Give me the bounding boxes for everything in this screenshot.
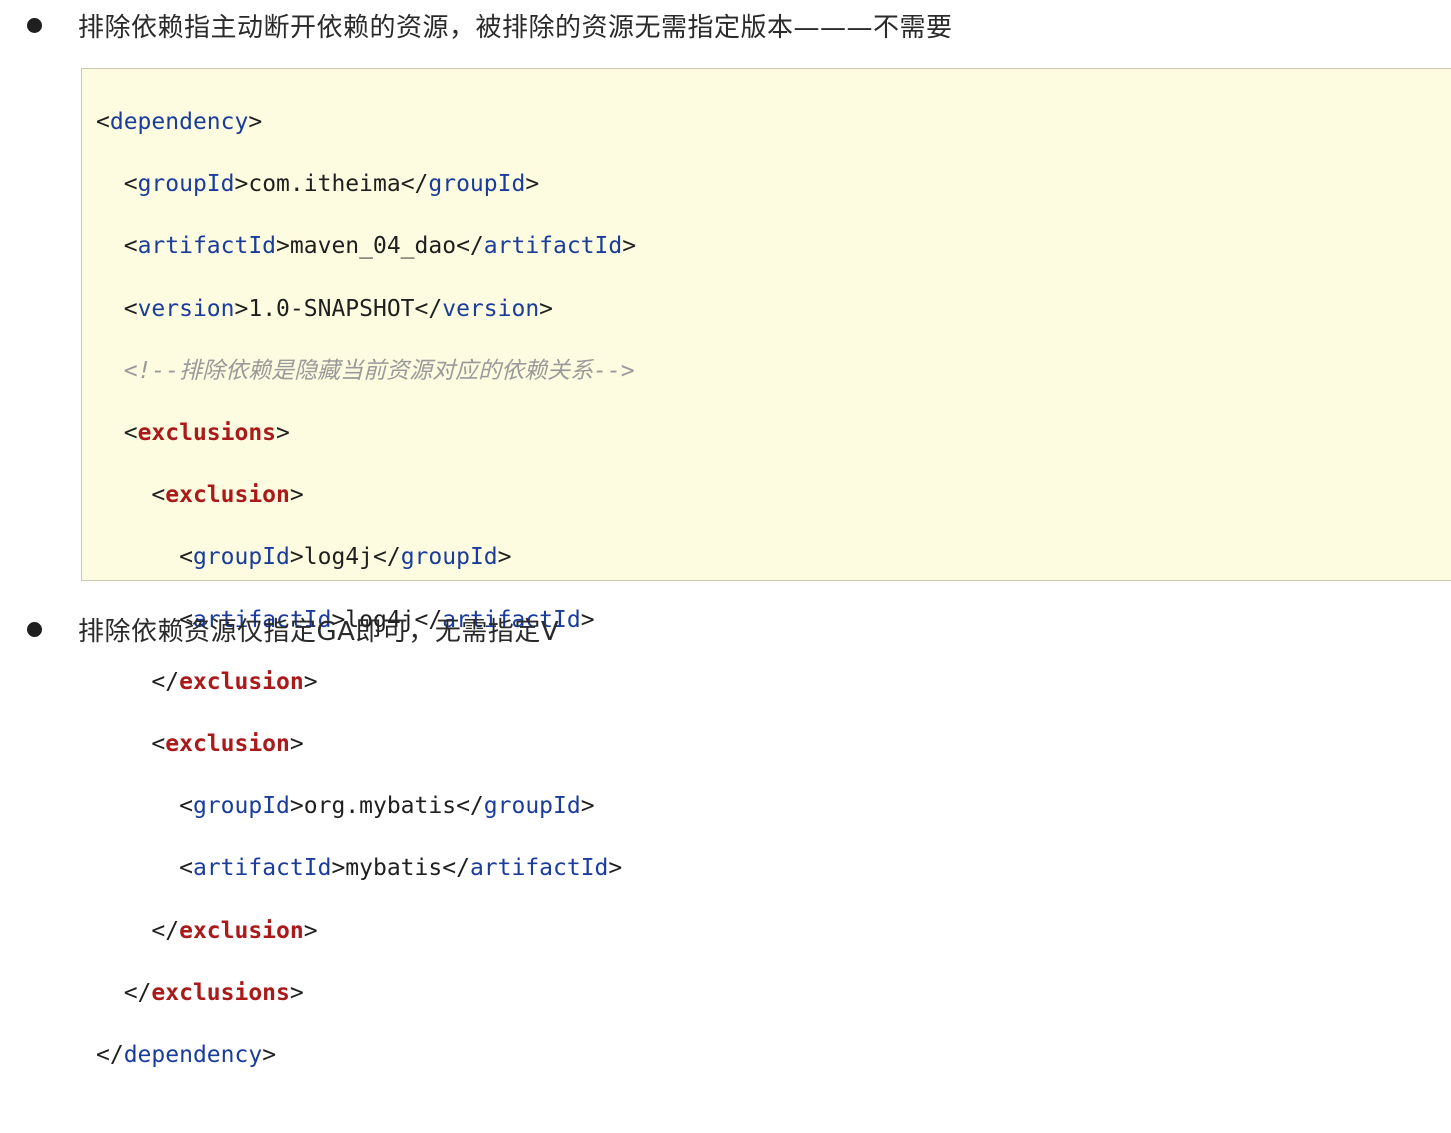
code-line: <version>1.0-SNAPSHOT</version>	[123, 295, 554, 322]
bullet-text: 排除依赖指主动断开依赖的资源，被排除的资源无需指定版本———不需要	[78, 12, 953, 43]
code-line: </exclusions>	[123, 979, 304, 1006]
code-line: <groupId>org.mybatis</groupId>	[179, 793, 595, 820]
code-line: <exclusion>	[151, 482, 304, 509]
code-line: <exclusions>	[123, 420, 290, 447]
xml-code: <dependency> <groupId>com.itheima</group…	[96, 76, 636, 1133]
code-line: <groupId>com.itheima</groupId>	[123, 171, 540, 198]
bullet-item-1: 排除依赖指主动断开依赖的资源，被排除的资源无需指定版本———不需要	[0, 5, 1451, 45]
code-line: </dependency>	[96, 1041, 277, 1068]
bullet-item-2: 排除依赖资源仅指定GA即可，无需指定V	[0, 609, 1451, 649]
bullet-dot-icon	[27, 18, 42, 33]
bullet-text: 排除依赖资源仅指定GA即可，无需指定V	[78, 616, 560, 647]
code-line: <artifactId>mybatis</artifactId>	[179, 855, 623, 882]
bullet-dot-icon	[27, 622, 42, 637]
code-block: <dependency> <groupId>com.itheima</group…	[81, 68, 1451, 1068]
code-line: </exclusion>	[151, 917, 318, 944]
code-line: </exclusion>	[151, 668, 318, 695]
code-comment-line: <!--排除依赖是隐藏当前资源对应的依赖关系-->	[123, 357, 635, 384]
code-line: <dependency>	[96, 109, 263, 136]
code-line: <groupId>log4j</groupId>	[179, 544, 512, 571]
code-line: <artifactId>maven_04_dao</artifactId>	[123, 233, 637, 260]
code-line: <exclusion>	[151, 730, 304, 757]
